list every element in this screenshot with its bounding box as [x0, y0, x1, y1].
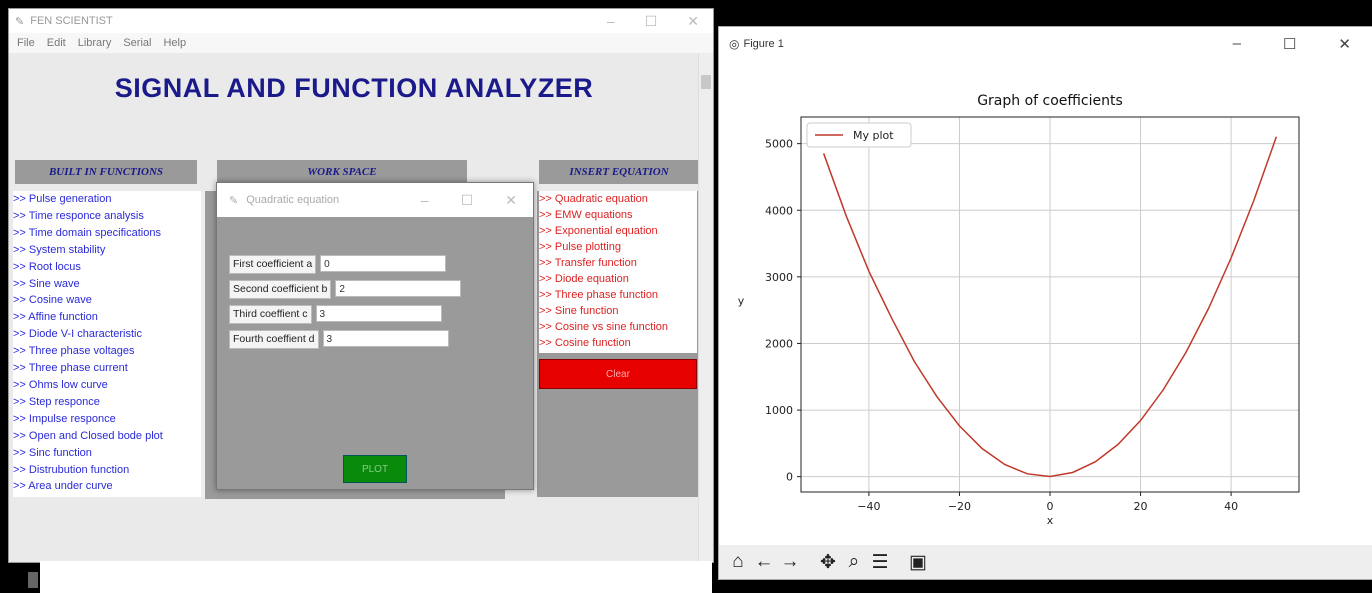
workspace-header: WORK SPACE	[217, 160, 467, 184]
figure-toolbar: ⌂ ← → ✥ ⌕ ☰ ▣	[719, 545, 1372, 579]
app-titlebar[interactable]: ✎ FEN SCIENTIST – ☐ ✕	[9, 9, 713, 33]
first-coefficient-label: First coefficient a	[229, 255, 317, 274]
menu-file[interactable]: File	[17, 37, 35, 49]
maximize-icon[interactable]: ☐	[645, 13, 658, 30]
dialog-title: Quadratic equation	[246, 194, 340, 206]
close-icon[interactable]: ✕	[687, 13, 699, 30]
menu-library[interactable]: Library	[78, 37, 112, 49]
clear-button[interactable]: Clear	[539, 359, 697, 389]
y-tick-label: 0	[786, 471, 793, 484]
minimize-icon[interactable]: –	[421, 192, 429, 209]
pan-icon[interactable]: ✥	[817, 551, 839, 574]
insert-equation-item[interactable]: >> Sine function	[539, 303, 697, 319]
builtin-item[interactable]: >> Time responce analysis	[13, 208, 201, 225]
builtin-functions-header: BUILT IN FUNCTIONS	[15, 160, 197, 184]
page-title: SIGNAL AND FUNCTION ANALYZER	[114, 73, 594, 103]
x-tick-label: 20	[1134, 500, 1148, 513]
quadratic-dialog: ✎ Quadratic equation – ☐ ✕ First coeffic…	[216, 182, 534, 490]
taskbar-area	[40, 561, 712, 593]
menubar: File Edit Library Serial Help	[9, 33, 713, 53]
scrollbar-thumb[interactable]	[701, 75, 711, 89]
builtin-item[interactable]: >> Root locus	[13, 259, 201, 276]
builtin-item[interactable]: >> Distrubution function	[13, 462, 201, 479]
x-tick-label: 0	[1047, 500, 1054, 513]
save-icon[interactable]: ▣	[907, 551, 929, 574]
plot-button[interactable]: PLOT	[343, 455, 407, 483]
fourth-coefficient-input[interactable]: 3	[322, 330, 449, 347]
insert-equation-header: INSERT EQUATION	[539, 160, 699, 184]
builtin-item[interactable]: >> Impulse responce	[13, 411, 201, 428]
builtin-item[interactable]: >> Area under curve	[13, 478, 201, 495]
x-axis-label: x	[1047, 514, 1054, 527]
third-coefficient-label: Third coeffient c	[229, 305, 312, 324]
home-icon[interactable]: ⌂	[727, 551, 749, 573]
back-icon[interactable]: ←	[753, 551, 775, 573]
y-tick-label: 3000	[765, 271, 793, 284]
builtin-item[interactable]: >> Pulse generation	[13, 191, 201, 208]
app-title: FEN SCIENTIST	[30, 15, 113, 27]
minimize-icon[interactable]: –	[607, 13, 615, 30]
insert-equation-item[interactable]: >> EMW equations	[539, 207, 697, 223]
dialog-titlebar[interactable]: ✎ Quadratic equation – ☐ ✕	[217, 183, 533, 217]
coefficients-chart: −40 −20 0 20 40 0 1000 2000 3000 4000 5000 Graph of…	[738, 93, 1300, 527]
chart-title: Graph of coefficients	[977, 93, 1123, 109]
y-tick-label: 1000	[765, 404, 793, 417]
forward-icon[interactable]: →	[779, 551, 801, 573]
builtin-item[interactable]: >> Time domain specifications	[13, 225, 201, 242]
taskbar-app-icon[interactable]	[28, 572, 38, 588]
fourth-coefficient-label: Fourth coeffient d	[229, 330, 319, 349]
second-coefficient-input[interactable]: 2	[335, 280, 462, 297]
builtin-item[interactable]: >> Step responce	[13, 394, 201, 411]
insert-equation-item[interactable]: >> Pulse plotting	[539, 239, 697, 255]
insert-equation-item[interactable]: >> Transfer function	[539, 255, 697, 271]
builtin-item[interactable]: >> Affine function	[13, 309, 201, 326]
close-icon[interactable]: ✕	[505, 192, 517, 209]
insert-equation-list: >> Quadratic equation >> EMW equations >> …	[539, 191, 697, 353]
y-axis-label: y	[738, 295, 745, 308]
menu-serial[interactable]: Serial	[123, 37, 151, 49]
insert-equation-item[interactable]: >> Cosine vs sine function	[539, 319, 697, 335]
y-tick-label: 5000	[765, 138, 793, 151]
first-coefficient-input[interactable]: 0	[320, 255, 447, 272]
menu-edit[interactable]: Edit	[47, 37, 66, 49]
feather-icon: ✎	[229, 194, 239, 207]
builtin-item[interactable]: >> Ohms low curve	[13, 377, 201, 394]
builtin-item[interactable]: >> Sine wave	[13, 276, 201, 293]
app-scrollbar[interactable]	[698, 53, 713, 562]
insert-equation-item[interactable]: >> Exponential equation	[539, 223, 697, 239]
builtin-item[interactable]: >> Sinc function	[13, 445, 201, 462]
x-tick-label: −40	[857, 500, 880, 513]
builtin-item[interactable]: >> Three phase voltages	[13, 343, 201, 360]
builtin-item[interactable]: >> Three phase current	[13, 360, 201, 377]
figure-window: ◎ Figure 1 – ☐ ✕ −40 −20 0 20 40 0 1000 2000 300…	[718, 26, 1372, 580]
builtin-item[interactable]: >> Open and Closed bode plot	[13, 428, 201, 445]
insert-equation-item[interactable]: >> Quadratic equation	[539, 191, 697, 207]
second-coefficient-label: Second coefficient b	[229, 280, 332, 299]
insert-equation-item[interactable]: >> Diode equation	[539, 271, 697, 287]
builtin-functions-list: >> Pulse generation >> Time responce anal…	[13, 191, 201, 497]
insert-equation-item[interactable]: >> Cosine function	[539, 335, 697, 351]
y-tick-label: 4000	[765, 204, 793, 217]
third-coefficient-input[interactable]: 3	[315, 305, 442, 322]
maximize-icon[interactable]: ☐	[461, 192, 474, 209]
builtin-item[interactable]: >> Diode V-I characteristic	[13, 326, 201, 343]
legend-label: My plot	[853, 129, 894, 142]
menu-help[interactable]: Help	[163, 37, 186, 49]
builtin-item[interactable]: >> Cosine wave	[13, 292, 201, 309]
configure-icon[interactable]: ☰	[869, 551, 891, 574]
x-tick-label: 40	[1224, 500, 1238, 513]
feather-icon: ✎	[15, 15, 25, 28]
insert-equation-item[interactable]: >> Three phase function	[539, 287, 697, 303]
x-tick-label: −20	[948, 500, 971, 513]
zoom-icon[interactable]: ⌕	[843, 551, 865, 573]
y-tick-label: 2000	[765, 337, 793, 350]
builtin-item[interactable]: >> System stability	[13, 242, 201, 259]
